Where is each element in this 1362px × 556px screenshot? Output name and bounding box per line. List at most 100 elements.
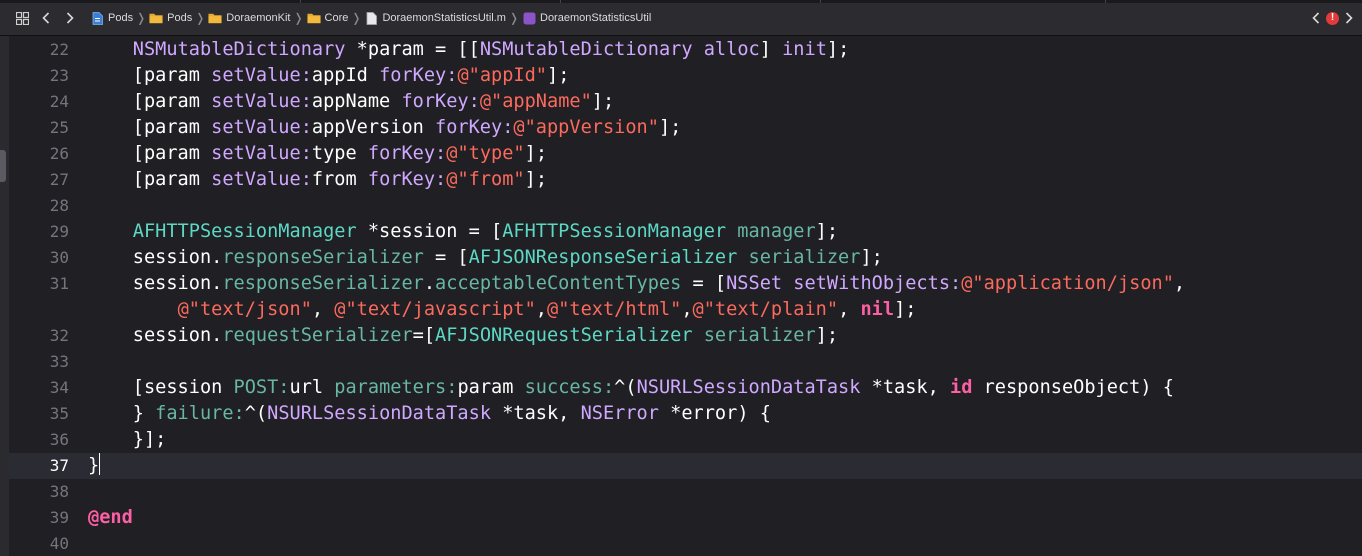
code-token: ]; (815, 325, 839, 346)
forward-button[interactable] (58, 6, 82, 30)
line-number: 28 (49, 196, 69, 215)
jump-bar: Pods ❭ Pods ❭ DoraemonKit ❭ Core ❭ Dorae… (0, 0, 1362, 36)
code-text: } (88, 453, 101, 479)
chevron-left-icon (1312, 12, 1320, 24)
code-token: ]; (894, 299, 917, 320)
code-token: appVersion (311, 117, 436, 138)
code-token: *task, (860, 377, 951, 398)
code-token: ^( (244, 403, 268, 424)
code-token: ]; (524, 143, 548, 164)
line-number: 40 (49, 534, 69, 553)
code-token: forKey: (367, 169, 447, 190)
tab-divider (300, 0, 301, 3)
code-token: type (311, 143, 368, 164)
code-line[interactable]: 34 [session POST:url parameters:param su… (9, 375, 1362, 401)
code-line[interactable]: 36 }]; (9, 427, 1362, 453)
code-text: [param setValue:from forKey:@"from"]; (88, 167, 547, 193)
breadcrumb-label: Pods (167, 12, 193, 24)
code-text: [param setValue:appVersion forKey:@"appV… (88, 115, 682, 141)
code-line[interactable]: 38 (9, 479, 1362, 505)
code-token: ]; (860, 247, 883, 268)
code-line[interactable]: @"text/json", @"text/javascript",@"text/… (9, 297, 1362, 323)
code-token: session. (88, 247, 223, 268)
code-line[interactable]: 25 [param setValue:appVersion forKey:@"a… (9, 115, 1362, 141)
code-line[interactable]: 24 [param setValue:appName forKey:@"appN… (9, 89, 1362, 115)
line-number: 32 (49, 326, 69, 345)
breadcrumb-separator: ❭ (508, 11, 519, 25)
tab-strip (0, 0, 1362, 3)
code-token: ]; (815, 221, 839, 242)
code-token: id (950, 377, 973, 398)
code-line[interactable]: 22 NSMutableDictionary *param = [[NSMuta… (9, 37, 1362, 63)
code-token: serializer (748, 247, 861, 268)
code-token: ]; (826, 39, 850, 60)
breadcrumb-core-folder[interactable]: Core (307, 6, 348, 30)
code-token: } (88, 455, 100, 476)
line-number: 37 (49, 456, 69, 475)
code-token: parameters: (334, 377, 458, 398)
previous-issue-button[interactable] (1309, 6, 1323, 30)
code-token: @"appId" (457, 65, 547, 86)
code-line[interactable]: 32 session.requestSerializer=[AFJSONRequ… (9, 323, 1362, 349)
code-token: url (289, 377, 335, 398)
code-token: }]; (88, 429, 167, 450)
code-line[interactable]: 35 } failure:^(NSURLSessionDataTask *tas… (9, 401, 1362, 427)
code-token: [param (88, 143, 212, 164)
jump-bar-row: Pods ❭ Pods ❭ DoraemonKit ❭ Core ❭ Dorae… (0, 6, 651, 30)
code-line[interactable]: 40 (9, 531, 1362, 556)
code-token: ] (759, 39, 783, 60)
code-token: setValue: (211, 117, 312, 138)
code-line[interactable]: 28 (9, 193, 1362, 219)
code-token: appName (311, 91, 402, 112)
breadcrumb-pods-project[interactable]: Pods (90, 6, 133, 30)
objc-file-icon (364, 11, 378, 25)
code-line-current[interactable]: 37} (9, 453, 1362, 479)
minimap-scroll-marker[interactable] (0, 150, 6, 182)
code-text: [param setValue:appName forKey:@"appName… (88, 89, 614, 115)
code-line[interactable]: 30 session.responseSerializer = [AFJSONR… (9, 245, 1362, 271)
line-number: 34 (49, 378, 69, 397)
line-number: 27 (49, 170, 69, 189)
breadcrumb-class[interactable]: DoraemonStatisticsUtil (522, 6, 651, 30)
code-token: ]; (658, 117, 682, 138)
code-token: NSMutableDictionary (479, 39, 693, 60)
back-button[interactable] (34, 6, 58, 30)
breadcrumb-doraemonkit-folder[interactable]: DoraemonKit (208, 6, 290, 30)
code-token: , (1173, 273, 1186, 294)
code-text: @"text/json", @"text/javascript",@"text/… (88, 297, 917, 323)
code-line[interactable]: 27 [param setValue:from forKey:@"from"]; (9, 167, 1362, 193)
code-token: serializer (703, 325, 816, 346)
code-token: NSMutableDictionary (132, 39, 346, 60)
code-token: ]; (524, 169, 548, 190)
code-line[interactable]: 33 (9, 349, 1362, 375)
code-token: alloc (703, 39, 760, 60)
error-badge-icon[interactable]: ! (1326, 11, 1339, 25)
code-token: POST: (233, 377, 290, 398)
breadcrumb-source-file[interactable]: DoraemonStatisticsUtil.m (364, 6, 506, 30)
breadcrumb-label: DoraemonStatisticsUtil.m (382, 12, 506, 24)
source-editor[interactable]: 22 NSMutableDictionary *param = [[NSMuta… (9, 36, 1362, 556)
code-token: responseSerializer (222, 273, 424, 294)
code-line[interactable]: 26 [param setValue:type forKey:@"type"]; (9, 141, 1362, 167)
code-line[interactable]: 31 session.responseSerializer.acceptable… (9, 271, 1362, 297)
breadcrumb-pods-folder[interactable]: Pods (149, 6, 192, 30)
code-token: forKey: (379, 65, 458, 86)
code-token: ]; (591, 91, 615, 112)
code-line[interactable]: 29 AFHTTPSessionManager *session = [AFHT… (9, 219, 1362, 245)
code-token: =[ (412, 325, 436, 346)
editor-left-strip (0, 36, 9, 556)
code-token: = [ (423, 247, 469, 268)
code-token: @"text/plain" (692, 299, 839, 320)
chevron-right-icon (66, 12, 74, 24)
next-issue-button[interactable] (1342, 6, 1356, 30)
code-line[interactable]: 23 [param setValue:appId forKey:@"appId"… (9, 63, 1362, 89)
related-items-button[interactable] (10, 6, 34, 30)
code-token: *session = [ (356, 221, 503, 242)
code-token: forKey: (401, 91, 480, 112)
breadcrumb-label: DoraemonKit (226, 12, 291, 24)
code-line[interactable]: 39 @end (9, 505, 1362, 531)
code-token: init (782, 39, 827, 60)
